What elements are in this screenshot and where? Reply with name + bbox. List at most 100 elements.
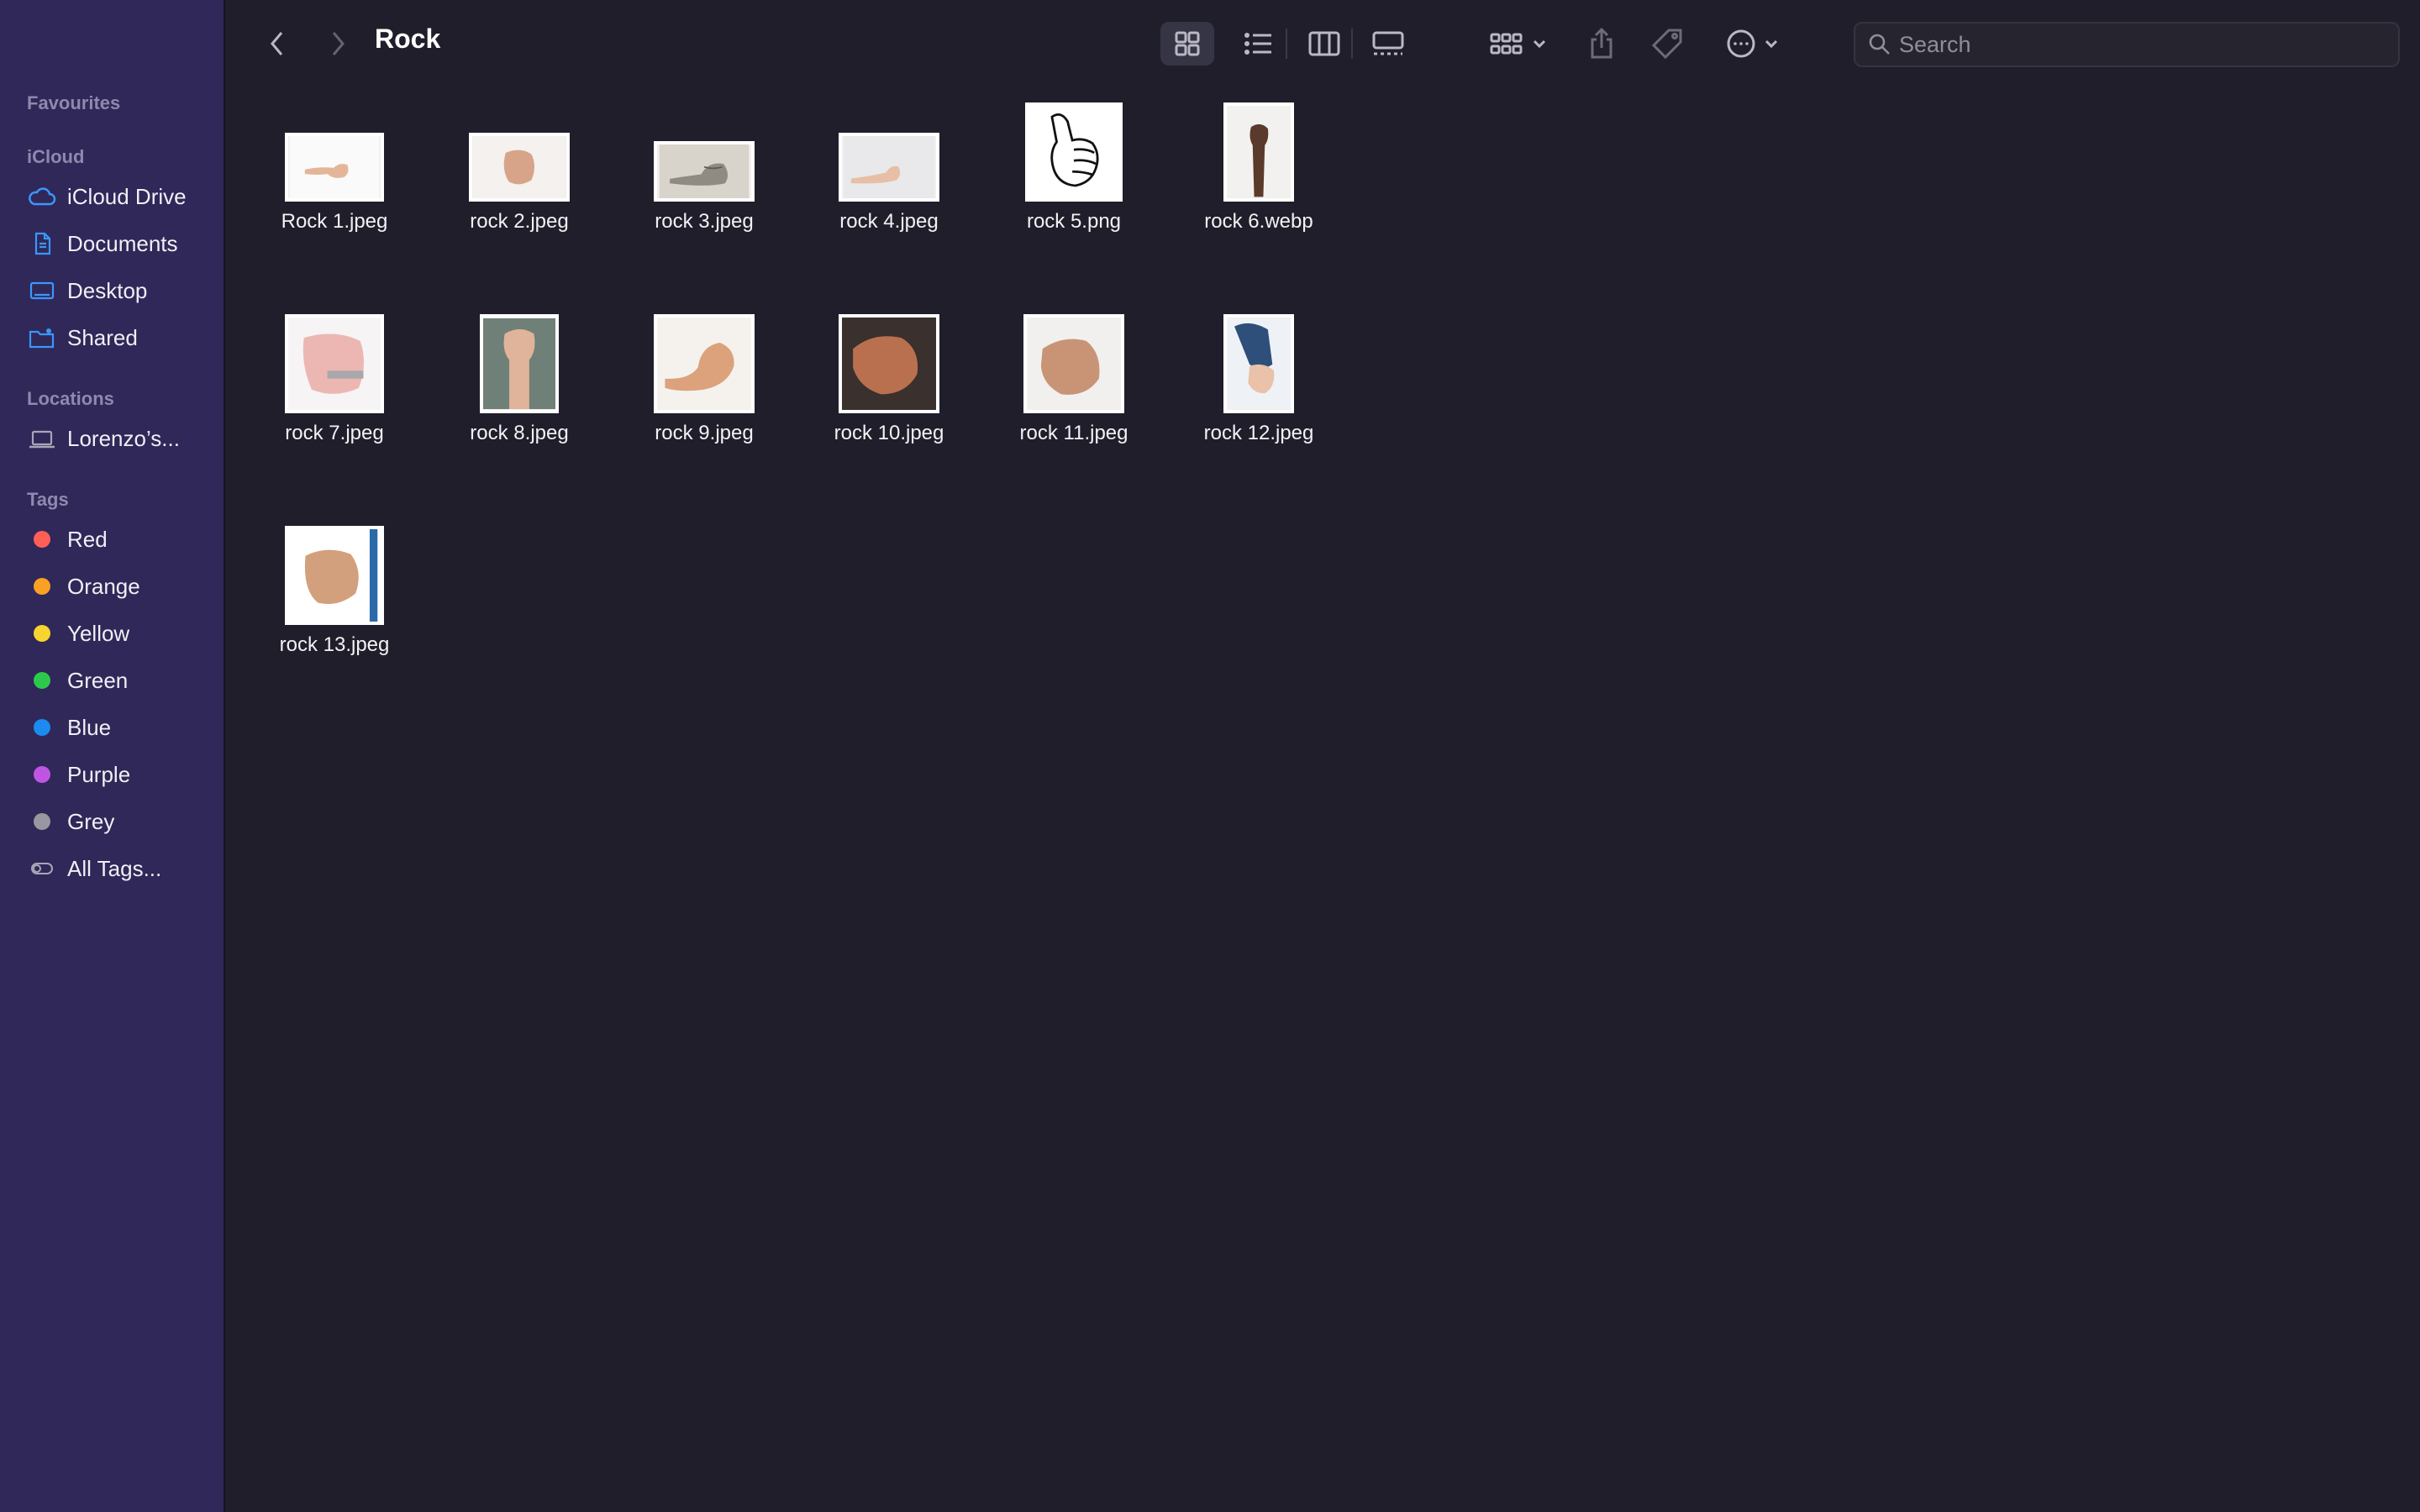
sidebar-item-label: Desktop [67, 277, 148, 303]
file-item[interactable]: rock 10.jpeg [797, 296, 981, 497]
share-button[interactable] [1578, 22, 1625, 66]
sidebar-item-lorenzos-mac[interactable]: Lorenzo’s... [27, 420, 212, 457]
back-button[interactable] [259, 25, 296, 62]
sidebar: Favourites iCloud iCloud Drive Documents… [0, 0, 225, 1512]
image-thumbnail [1223, 314, 1294, 413]
tag-color-dot-icon [34, 719, 50, 736]
sidebar-item-label: Orange [67, 573, 140, 599]
file-name: rock 11.jpeg [1019, 422, 1128, 444]
share-icon [1591, 28, 1612, 59]
sidebar-item-icloud-drive[interactable]: iCloud Drive [27, 178, 212, 215]
sidebar-item-tag-blue[interactable]: Blue [27, 709, 212, 746]
file-item[interactable]: rock 4.jpeg [797, 84, 981, 286]
sidebar-item-tag-green[interactable]: Green [27, 662, 212, 699]
image-thumbnail [839, 314, 939, 413]
sidebar-item-label: Documents [67, 230, 178, 256]
file-name: rock 10.jpeg [834, 422, 944, 444]
file-name: rock 13.jpeg [279, 633, 390, 656]
sidebar-item-label: Blue [67, 714, 112, 740]
sidebar-item-label: All Tags... [67, 855, 162, 881]
sidebar-item-tag-orange[interactable]: Orange [27, 568, 212, 605]
image-thumbnail [469, 133, 570, 202]
tag-color-dot-icon [34, 672, 50, 689]
file-item[interactable]: rock 13.jpeg [242, 507, 427, 709]
tag-button[interactable] [1644, 22, 1691, 66]
file-item[interactable]: rock 2.jpeg [427, 84, 612, 286]
sidebar-item-shared[interactable]: Shared [27, 319, 212, 356]
desktop-icon [27, 276, 57, 306]
gallery-view-button[interactable] [1361, 22, 1415, 66]
search-field[interactable] [1854, 22, 2400, 67]
file-name: rock 2.jpeg [470, 210, 569, 233]
file-item[interactable]: rock 6.webp [1166, 84, 1351, 286]
tag-icon [1651, 29, 1682, 60]
section-heading-locations: Locations [27, 388, 114, 409]
file-item[interactable]: rock 11.jpeg [981, 296, 1166, 497]
chevron-left-icon [271, 32, 283, 55]
file-item[interactable]: rock 5.png [981, 84, 1166, 286]
column-view-button[interactable] [1297, 22, 1351, 66]
sidebar-item-label: Purple [67, 761, 131, 787]
forward-button[interactable] [319, 25, 356, 62]
file-name: rock 6.webp [1204, 210, 1313, 233]
tag-color-dot-icon [34, 813, 50, 830]
sidebar-item-label: iCloud Drive [67, 183, 187, 209]
shared-folder-icon [27, 323, 57, 353]
file-name: rock 9.jpeg [655, 422, 754, 444]
chevron-right-icon [332, 32, 345, 55]
search-input[interactable] [1897, 30, 2371, 59]
section-heading-favourites: Favourites [27, 92, 121, 113]
more-actions-button[interactable] [1716, 22, 1788, 66]
list-view-button[interactable] [1232, 22, 1286, 66]
tag-color-dot-icon [34, 766, 50, 783]
file-name: Rock 1.jpeg [281, 210, 388, 233]
image-thumbnail [1023, 314, 1124, 413]
sidebar-item-label: Yellow [67, 620, 130, 646]
file-item[interactable]: rock 7.jpeg [242, 296, 427, 497]
toolbar-divider [1351, 29, 1353, 59]
section-heading-tags: Tags [27, 489, 69, 510]
icon-view-button[interactable] [1160, 22, 1214, 66]
image-thumbnail [285, 314, 384, 413]
file-item[interactable]: rock 3.jpeg [612, 84, 797, 286]
file-item[interactable]: Rock 1.jpeg [242, 84, 427, 286]
file-name: rock 12.jpeg [1203, 422, 1314, 444]
sidebar-item-tag-red[interactable]: Red [27, 521, 212, 558]
sidebar-item-desktop[interactable]: Desktop [27, 272, 212, 309]
section-heading-icloud: iCloud [27, 146, 85, 167]
column-view-icon [1308, 31, 1340, 56]
icon-view-icon [1175, 31, 1200, 56]
group-by-button[interactable] [1481, 22, 1556, 66]
search-icon [1869, 34, 1890, 55]
laptop-icon [27, 423, 57, 454]
file-name: rock 5.png [1026, 210, 1122, 233]
image-thumbnail [285, 133, 384, 202]
sidebar-item-documents[interactable]: Documents [27, 225, 212, 262]
file-item[interactable]: rock 9.jpeg [612, 296, 797, 497]
all-tags-icon [27, 853, 57, 884]
file-item[interactable]: rock 8.jpeg [427, 296, 612, 497]
image-thumbnail [839, 133, 939, 202]
toolbar: Rock [225, 0, 2420, 87]
image-thumbnail [1025, 102, 1123, 202]
document-icon [27, 228, 57, 259]
toolbar-divider [1286, 29, 1287, 59]
image-thumbnail [654, 314, 755, 413]
more-icon [1727, 29, 1755, 58]
file-item[interactable]: rock 12.jpeg [1166, 296, 1351, 497]
sidebar-item-label: Shared [67, 324, 138, 350]
sidebar-item-all-tags[interactable]: All Tags... [27, 850, 212, 887]
window-title: Rock [375, 24, 441, 54]
image-thumbnail [654, 141, 755, 202]
tag-color-dot-icon [34, 531, 50, 548]
sidebar-item-tag-yellow[interactable]: Yellow [27, 615, 212, 652]
sidebar-item-tag-grey[interactable]: Grey [27, 803, 212, 840]
cloud-icon [27, 181, 57, 212]
file-name: rock 4.jpeg [839, 210, 939, 233]
image-thumbnail [1223, 102, 1294, 202]
tag-color-dot-icon [34, 578, 50, 595]
sidebar-item-label: Green [67, 667, 129, 693]
file-name: rock 3.jpeg [655, 210, 754, 233]
image-thumbnail [285, 526, 384, 625]
sidebar-item-tag-purple[interactable]: Purple [27, 756, 212, 793]
